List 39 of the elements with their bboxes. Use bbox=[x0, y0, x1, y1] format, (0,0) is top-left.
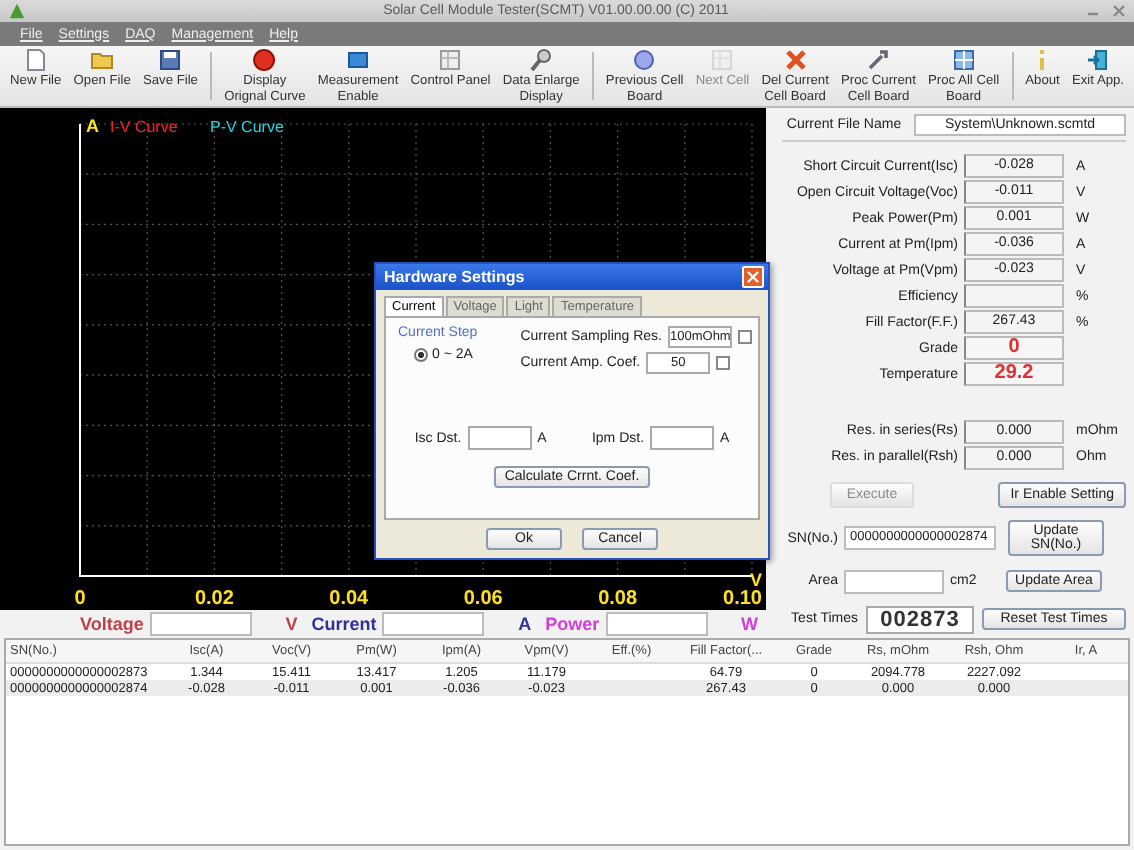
x-tick-label: 0 bbox=[74, 588, 86, 610]
save-icon bbox=[158, 48, 183, 72]
zoom-icon bbox=[529, 48, 554, 72]
y-axis-unit: A bbox=[86, 116, 99, 136]
ball-icon bbox=[632, 48, 657, 72]
radio-button[interactable] bbox=[414, 348, 428, 362]
counter-field: 002873 bbox=[866, 605, 974, 634]
record-icon bbox=[252, 48, 277, 72]
readout-field[interactable] bbox=[382, 612, 485, 636]
x-tick-label: 0.10 bbox=[723, 588, 762, 610]
x-tick-label: 0.04 bbox=[329, 588, 369, 610]
x-tick-label: 0.02 bbox=[194, 588, 234, 610]
x-axis-unit: V bbox=[749, 570, 762, 590]
unit-label: W bbox=[741, 614, 759, 634]
value-field: 0 bbox=[964, 336, 1064, 361]
input-field[interactable] bbox=[844, 569, 944, 594]
readout-label: Current bbox=[311, 614, 377, 634]
delete-icon bbox=[783, 48, 808, 72]
grid-icon bbox=[951, 48, 976, 72]
value-field bbox=[964, 284, 1064, 309]
dialog-title: Hardware Settings bbox=[384, 268, 525, 286]
panel-icon bbox=[710, 48, 735, 72]
legend-label: I-V Curve bbox=[110, 118, 178, 136]
close-icon[interactable] bbox=[1112, 4, 1126, 18]
exit-icon bbox=[1086, 48, 1110, 72]
box-icon bbox=[346, 48, 371, 72]
value-field: 29.2 bbox=[964, 362, 1064, 387]
readout-field[interactable] bbox=[149, 612, 252, 636]
readout-label: Voltage bbox=[80, 614, 144, 634]
unit-label: V bbox=[285, 614, 298, 634]
input-field[interactable] bbox=[650, 426, 715, 450]
readout-field[interactable] bbox=[605, 612, 708, 636]
input-field[interactable] bbox=[467, 426, 532, 450]
tool-icon bbox=[866, 48, 891, 72]
x-tick-label: 0.06 bbox=[463, 588, 503, 610]
readout-label: Power bbox=[545, 614, 600, 634]
unit-label: A bbox=[518, 614, 532, 634]
legend-label: P-V Curve bbox=[210, 118, 284, 136]
x-tick-label: 0.08 bbox=[598, 588, 638, 610]
